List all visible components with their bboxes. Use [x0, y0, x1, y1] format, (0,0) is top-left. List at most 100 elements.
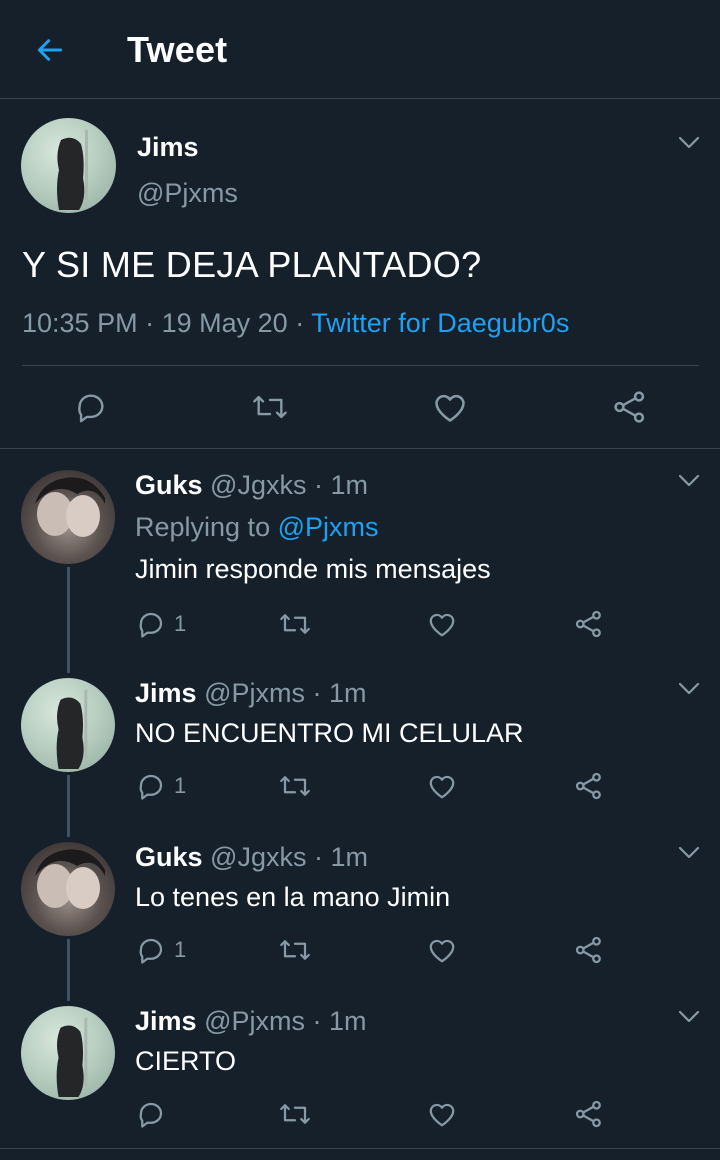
retweet-icon — [280, 776, 310, 796]
tweet-actions: 1 — [0, 768, 720, 804]
heart-icon — [429, 613, 455, 637]
heart-icon — [435, 394, 465, 422]
mention-link[interactable]: @Pjxms — [278, 512, 379, 542]
reply-button[interactable]: 1 — [136, 606, 186, 642]
author-handle[interactable]: @Jgxks — [210, 470, 306, 500]
share-icon — [575, 936, 601, 964]
share-button[interactable] — [574, 932, 604, 968]
chevron-down-icon — [678, 136, 700, 149]
top-app-bar: Tweet — [0, 0, 720, 99]
chevron-down-icon — [678, 474, 700, 487]
reply-tweet[interactable]: Jims @Pjxms · 1m NO ENCUENTRO MI CELULAR… — [0, 678, 720, 818]
avatar[interactable] — [21, 470, 115, 564]
author-handle[interactable]: @Pjxms — [204, 1006, 305, 1036]
reply-tweet[interactable]: Jims @Pjxms · 1m CIERTO — [0, 1006, 720, 1146]
share-icon — [614, 391, 645, 423]
reply-button[interactable]: 1 — [136, 932, 186, 968]
tweet-menu-button[interactable] — [678, 136, 700, 150]
tweet-source-link[interactable]: Twitter for Daegubr0s — [311, 308, 569, 338]
like-button[interactable] — [427, 606, 457, 642]
retweet-button[interactable] — [278, 932, 312, 968]
avatar[interactable] — [21, 118, 116, 213]
meta-separator: · — [314, 470, 323, 500]
reply-tweet[interactable]: Guks @Jgxks · 1m Lo tenes en la mano Jim… — [0, 842, 720, 982]
meta-separator: · — [145, 308, 155, 338]
reply-button[interactable]: 1 — [136, 768, 186, 804]
like-button[interactable] — [428, 385, 472, 429]
share-button[interactable] — [608, 385, 652, 429]
tweet-time: 1m — [329, 1006, 367, 1036]
tweet-actions: 1 — [0, 606, 720, 642]
like-button[interactable] — [427, 768, 457, 804]
comment-icon — [139, 938, 163, 964]
author-name[interactable]: Jims — [135, 1006, 197, 1036]
heart-icon — [429, 775, 455, 799]
reply-header: Jims @Pjxms · 1m — [135, 1006, 367, 1037]
reply-tweet[interactable]: Guks @Jgxks · 1m Replying to @Pjxms Jimi… — [0, 470, 720, 650]
share-button[interactable] — [574, 1096, 604, 1132]
retweet-icon — [280, 614, 310, 634]
share-button[interactable] — [574, 606, 604, 642]
retweet-button[interactable] — [278, 1096, 312, 1132]
tweet-menu-button[interactable] — [678, 846, 700, 860]
retweet-button[interactable] — [278, 768, 312, 804]
back-button[interactable] — [30, 30, 70, 70]
share-icon — [575, 772, 601, 800]
replying-to-label: Replying to — [135, 512, 271, 542]
divider — [22, 365, 699, 366]
heart-icon — [429, 1103, 455, 1127]
tweet-text: NO ENCUENTRO MI CELULAR — [135, 718, 524, 748]
meta-separator: · — [314, 842, 323, 872]
author-name[interactable]: Guks — [135, 470, 203, 500]
avatar-image — [56, 689, 88, 770]
meta-separator: · — [295, 308, 305, 338]
like-button[interactable] — [427, 1096, 457, 1132]
avatar-image — [35, 849, 105, 909]
author-name[interactable]: Jims — [135, 678, 197, 708]
tweet-time: 1m — [330, 842, 369, 872]
tweet-text: Y SI ME DEJA PLANTADO? — [22, 244, 482, 285]
author-name[interactable]: Jims — [137, 132, 199, 163]
tweet-menu-button[interactable] — [678, 474, 700, 488]
avatar[interactable] — [21, 842, 115, 936]
tweet-menu-button[interactable] — [678, 682, 700, 696]
tweet-meta: 10:35 PM · 19 May 20 · Twitter for Daegu… — [22, 308, 569, 339]
reply-count: 1 — [174, 937, 187, 962]
tweet-text: Jimin responde mis mensajes — [135, 554, 491, 584]
reply-header: Guks @Jgxks · 1m — [135, 842, 368, 873]
chevron-down-icon — [678, 846, 700, 859]
tweet-time: 10:35 PM — [22, 308, 138, 338]
page-title: Tweet — [127, 29, 228, 70]
reply-count: 1 — [174, 611, 187, 636]
author-handle[interactable]: @Jgxks — [210, 842, 306, 872]
comment-icon — [139, 612, 163, 638]
retweet-button[interactable] — [248, 385, 292, 429]
tweet-time: 1m — [329, 678, 367, 708]
avatar[interactable] — [21, 1006, 115, 1100]
share-icon — [575, 610, 601, 638]
avatar-image — [57, 130, 88, 210]
divider — [0, 1148, 720, 1149]
retweet-button[interactable] — [278, 606, 312, 642]
avatar[interactable] — [21, 678, 115, 772]
tweet-date: 19 May 20 — [161, 308, 288, 338]
tweet-menu-button[interactable] — [678, 1010, 700, 1024]
author-handle[interactable]: @Pjxms — [204, 678, 305, 708]
heart-icon — [429, 939, 455, 963]
retweet-icon — [280, 1104, 310, 1124]
comment-icon — [139, 774, 163, 800]
share-icon — [575, 1100, 601, 1128]
chevron-down-icon — [678, 682, 700, 695]
reply-header: Guks @Jgxks · 1m — [135, 470, 368, 501]
arrow-left-icon — [37, 39, 63, 61]
reply-button[interactable] — [136, 1096, 174, 1132]
reply-button[interactable] — [69, 385, 113, 429]
chevron-down-icon — [678, 1010, 700, 1023]
tweet-text: CIERTO — [135, 1046, 237, 1076]
author-handle[interactable]: @Pjxms — [137, 178, 238, 209]
comment-icon — [78, 394, 104, 423]
share-button[interactable] — [574, 768, 604, 804]
author-name[interactable]: Guks — [135, 842, 203, 872]
like-button[interactable] — [427, 932, 457, 968]
retweet-icon — [253, 395, 287, 419]
